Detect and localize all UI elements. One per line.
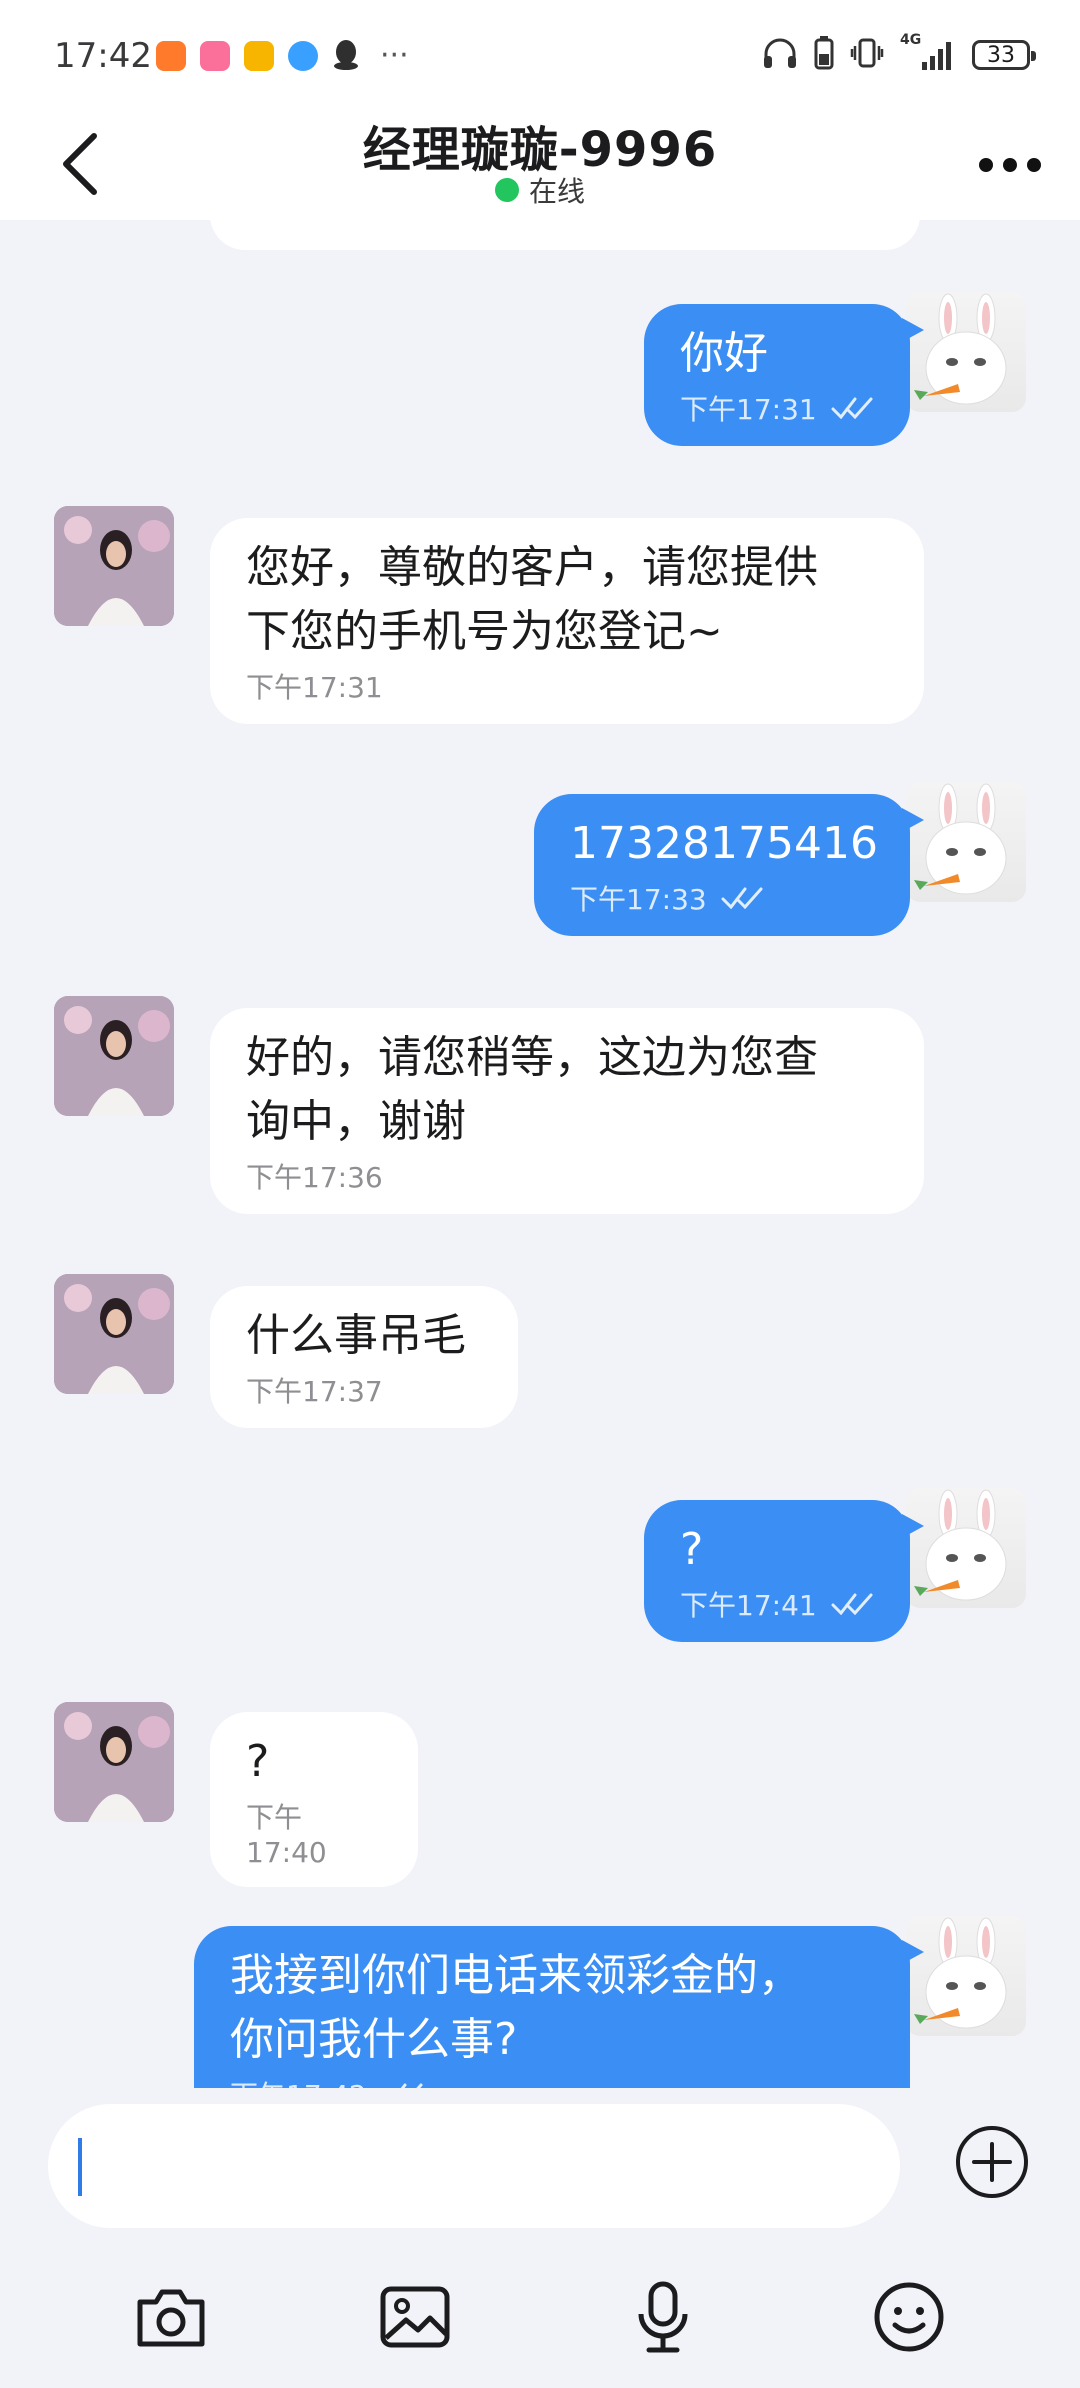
woman-photo-avatar-icon — [54, 1702, 174, 1822]
white-rabbit-avatar-icon — [914, 293, 1007, 405]
woman-photo-avatar-icon — [54, 506, 174, 626]
battery-level: 33 — [987, 42, 1015, 68]
message-bubble-sent[interactable]: 你好 下午17:31 — [644, 304, 924, 446]
message-bubble-received[interactable]: 您好，尊敬的客户，请您提供 下您的手机号为您登记~ 下午17:31 — [210, 518, 924, 724]
message-text: 什么事吊毛 — [246, 1310, 466, 1361]
message-bubble-received[interactable]: 什么事吊毛 下午17:37 — [210, 1286, 518, 1428]
message-input[interactable] — [48, 2104, 900, 2228]
more-notifications-icon: ··· — [380, 38, 409, 73]
double-check-icon — [831, 397, 873, 419]
message-bubble-sent[interactable]: 17328175416 下午17:33 — [534, 794, 924, 936]
notification-icons: ··· — [156, 38, 409, 74]
status-right: 4G 33 — [762, 32, 1036, 74]
app-icon-pinwheel — [288, 41, 318, 71]
more-options-button[interactable] — [970, 140, 1050, 190]
dot — [979, 158, 993, 172]
message-time: 下午17:40 — [246, 1801, 327, 1869]
add-attachment-button[interactable] — [954, 2124, 1030, 2200]
white-rabbit-avatar-icon — [914, 1489, 1007, 1601]
status-bar: 17:42 ··· 4G 33 — [0, 0, 1080, 110]
contact-avatar[interactable] — [54, 996, 174, 1116]
message-meta: 下午17:37 — [246, 1370, 482, 1410]
contact-avatar[interactable] — [54, 1274, 174, 1394]
microphone-icon — [638, 2281, 688, 2353]
bubble-tail — [902, 318, 924, 342]
message-meta: 下午17:42 — [230, 2074, 874, 2088]
message-meta: 下午17:31 — [680, 388, 874, 428]
message-bubble-received[interactable]: ? 下午17:40 — [210, 1712, 418, 1887]
white-rabbit-avatar-icon — [914, 783, 1007, 895]
my-avatar[interactable] — [906, 1488, 1026, 1608]
my-avatar[interactable] — [906, 1916, 1026, 2036]
double-check-icon — [831, 1593, 873, 1615]
message-bubble-received[interactable]: 好的，请您稍等，这边为您查 询中，谢谢 下午17:36 — [210, 1008, 924, 1214]
message-meta: 下午17:41 — [680, 1584, 874, 1624]
message-time: 下午17:36 — [246, 1161, 383, 1194]
contact-avatar[interactable] — [54, 1702, 174, 1822]
composer — [0, 2088, 1080, 2388]
message-time: 下午17:41 — [680, 1589, 817, 1622]
message-text: 好的，请您稍等，这边为您查 询中，谢谢 — [246, 1032, 818, 1147]
bubble-tail — [902, 808, 924, 832]
camera-button[interactable] — [126, 2272, 216, 2362]
message-bubble-sent[interactable]: ? 下午17:41 — [644, 1500, 924, 1642]
message-meta: 下午17:31 — [246, 666, 888, 706]
white-rabbit-avatar-icon — [914, 1917, 1007, 2029]
gallery-button[interactable] — [370, 2272, 460, 2362]
signal-icon: 4G — [900, 32, 956, 72]
online-status-text: 在线 — [528, 175, 585, 208]
online-status: 在线 — [0, 170, 1080, 210]
qq-penguin-icon — [332, 38, 360, 74]
composer-toolbar — [0, 2272, 1080, 2372]
message-time: 下午17:42 — [230, 2074, 367, 2088]
online-dot-icon — [494, 178, 519, 202]
double-check-icon — [721, 887, 763, 909]
voice-button[interactable] — [618, 2272, 708, 2362]
emoji-button[interactable] — [864, 2272, 954, 2362]
my-avatar[interactable] — [906, 292, 1026, 412]
message-list[interactable]: 你好 下午17:31 您好，尊敬的客户，请您提供 下您的手机号为您登记~ 下午1… — [0, 220, 1080, 2088]
image-icon — [380, 2286, 450, 2348]
dot — [1003, 158, 1017, 172]
chat-header: 经理璇璇-9996 在线 — [0, 110, 1080, 220]
message-text: 您好，尊敬的客户，请您提供 下您的手机号为您登记~ — [246, 542, 818, 657]
woman-photo-avatar-icon — [54, 1274, 174, 1394]
bubble-tail — [902, 1940, 924, 1964]
dot — [1027, 158, 1041, 172]
message-time: 下午17:31 — [246, 671, 383, 704]
contact-avatar[interactable] — [54, 506, 174, 626]
app-icon-bilibili — [200, 41, 230, 71]
vibrate-icon — [850, 36, 884, 74]
app-icon-taobao — [156, 41, 186, 71]
camera-icon — [137, 2289, 205, 2347]
status-time: 17:42 — [54, 36, 152, 76]
message-time: 下午17:33 — [570, 883, 707, 916]
battery-indicator: 33 — [972, 40, 1036, 70]
message-text: 17328175416 — [570, 818, 878, 869]
emoji-icon — [874, 2282, 944, 2352]
message-text: 我接到你们电话来领彩金的， 你问我什么事? — [230, 1950, 802, 2065]
message-bubble-sent[interactable]: 我接到你们电话来领彩金的， 你问我什么事? 下午17:42 — [194, 1926, 924, 2088]
woman-photo-avatar-icon — [54, 996, 174, 1116]
message-time: 下午17:31 — [680, 393, 817, 426]
my-avatar[interactable] — [906, 782, 1026, 902]
message-text: 你好 — [680, 328, 768, 379]
app-icon-mail — [244, 41, 274, 71]
text-caret — [78, 2138, 82, 2196]
message-time: 下午17:37 — [246, 1375, 383, 1408]
message-meta: 下午17:36 — [246, 1156, 888, 1196]
message-meta: 下午17:33 — [570, 878, 874, 918]
message-meta: 下午17:40 — [246, 1796, 382, 1869]
battery-saver-icon — [814, 36, 834, 74]
plus-circle-icon — [956, 2126, 1028, 2198]
bubble-tail — [902, 1514, 924, 1538]
headphones-icon — [762, 36, 798, 74]
previous-message-fragment — [210, 220, 920, 250]
message-text: ? — [246, 1736, 270, 1787]
message-text: ? — [680, 1524, 704, 1575]
